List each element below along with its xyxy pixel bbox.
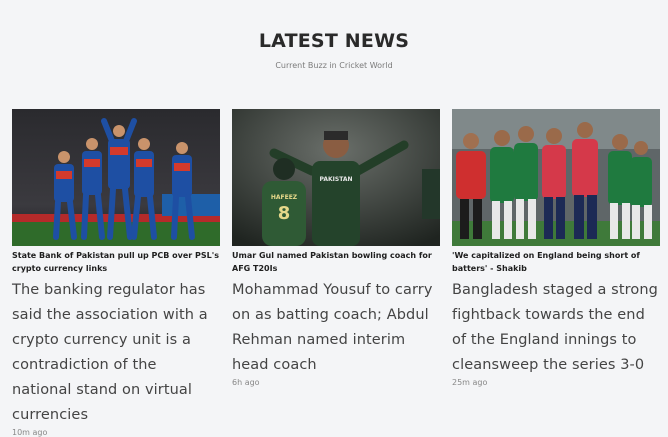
section-title: LATEST NEWS <box>258 30 410 52</box>
news-summary: Mohammad Yousuf to carry on as batting c… <box>232 282 433 373</box>
news-card[interactable]: 'We capitalized on England being short o… <box>452 109 660 387</box>
news-timestamp: 25m ago <box>452 378 488 387</box>
bowler-celebration-photo[interactable]: PAKISTAN HAFEEZ 8 <box>232 109 440 246</box>
news-timestamp: 6h ago <box>232 378 260 387</box>
player-back-name: HAFEEZ <box>271 194 298 201</box>
news-card[interactable]: PAKISTAN HAFEEZ 8 Umar Gul named Pakista… <box>232 109 440 387</box>
teams-on-field-photo[interactable] <box>452 109 660 246</box>
news-timestamp: 10m ago <box>12 428 48 437</box>
jersey-text: PAKISTAN <box>320 176 353 183</box>
news-summary: Bangladesh staged a strong fightback tow… <box>452 282 658 373</box>
player-back-number: 8 <box>278 203 291 224</box>
news-headline[interactable]: Umar Gul named Pakistan bowling coach fo… <box>232 249 440 275</box>
team-celebration-photo[interactable] <box>12 109 220 246</box>
news-summary: The banking regulator has said the assoc… <box>12 282 208 423</box>
news-headline[interactable]: 'We capitalized on England being short o… <box>452 249 660 275</box>
news-headline[interactable]: State Bank of Pakistan pull up PCB over … <box>12 249 220 275</box>
section-subtitle: Current Buzz in Cricket World <box>275 61 393 70</box>
news-card[interactable]: State Bank of Pakistan pull up PCB over … <box>12 109 220 437</box>
